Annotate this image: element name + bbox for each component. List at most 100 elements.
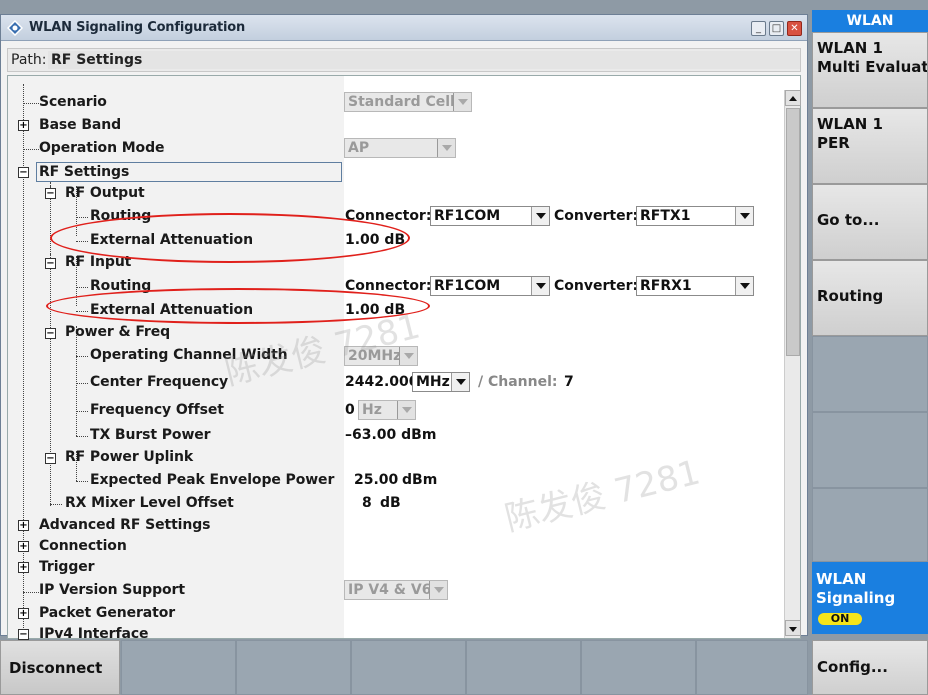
chevron-down-icon [735,277,753,295]
in-converter-select[interactable]: RFRX1 [636,276,754,296]
center-freq-value[interactable]: 2442.000 [345,374,419,390]
peak-env-power-value[interactable]: 25.00 [354,472,398,488]
disconnect-button[interactable]: Disconnect [0,640,120,695]
softkey-wlan-multi-eval[interactable]: WLAN 1 Multi Evaluati [812,32,928,108]
expand-base-band[interactable]: + [18,120,29,131]
tree-ip-version[interactable]: IP Version Support [39,582,185,598]
tree-peak-env-power[interactable]: Expected Peak Envelope Power [90,472,334,488]
chevron-down-icon [735,207,753,225]
tree-trigger[interactable]: Trigger [39,559,95,575]
bottom-softkey-empty[interactable] [696,640,808,695]
tree-freq-offset[interactable]: Frequency Offset [90,402,224,418]
softkey-routing[interactable]: Routing [812,260,928,336]
tree-line [23,103,39,104]
tree-line [76,217,88,218]
bottom-softkey-empty[interactable] [121,640,236,695]
expand-advanced-rf[interactable]: + [18,520,29,531]
collapse-rf-output[interactable]: − [45,188,56,199]
scroll-down-button[interactable] [785,620,801,636]
tree-advanced-rf[interactable]: Advanced RF Settings [39,517,210,533]
settings-pane: + − − − − − + + + + − Scenario Base Band… [7,75,801,642]
tree-rf-output[interactable]: RF Output [65,185,145,201]
collapse-rf-power-uplink[interactable]: − [45,453,56,464]
rs-logo-icon [7,20,23,36]
minimize-button[interactable]: _ [751,21,766,36]
tree-line [76,436,88,437]
tree-line [76,383,88,384]
tree-line [76,481,88,482]
tree-base-band[interactable]: Base Band [39,117,121,133]
sig-label: Signaling [816,589,896,607]
softkey-label: WLAN 1 [817,115,883,133]
tree-power-freq[interactable]: Power & Freq [65,324,170,340]
operation-mode-select[interactable]: AP [344,138,456,158]
ip-version-value: IP V4 & V6 [348,582,432,598]
tree-packet-generator[interactable]: Packet Generator [39,605,175,621]
bottom-softkey-empty[interactable] [581,640,696,695]
window-title: WLAN Signaling Configuration [29,20,246,35]
tree-line [50,504,62,505]
tree-scenario[interactable]: Scenario [39,94,107,110]
softkey-go-to[interactable]: Go to... [812,184,928,260]
expand-connection[interactable]: + [18,541,29,552]
chevron-down-icon [453,93,471,111]
title-bar: WLAN Signaling Configuration _ □ ✕ [1,15,807,41]
tree-operation-mode[interactable]: Operation Mode [39,140,164,156]
in-connector-select[interactable]: RF1COM [430,276,550,296]
tree-line [23,592,39,593]
tree-center-freq[interactable]: Center Frequency [90,374,228,390]
expand-trigger[interactable]: + [18,562,29,573]
collapse-power-freq[interactable]: − [45,328,56,339]
tree-rx-mixer-offset[interactable]: RX Mixer Level Offset [65,495,234,511]
center-freq-unit-select[interactable]: MHz [412,372,470,392]
tree-rf-power-uplink[interactable]: RF Power Uplink [65,449,193,465]
tree-line [76,411,88,412]
wlan-signaling-button[interactable]: WLAN Signaling ON [812,562,928,634]
config-window: WLAN Signaling Configuration _ □ ✕ Path:… [0,14,808,642]
out-connector-value: RF1COM [434,208,501,224]
expand-packet-generator[interactable]: + [18,608,29,619]
tree-line [76,287,88,288]
chevron-down-icon [531,277,549,295]
tree-line [23,149,39,150]
softkey-header: WLAN [812,10,928,32]
chevron-down-icon [531,207,549,225]
tree-connection[interactable]: Connection [39,538,127,554]
collapse-rf-settings[interactable]: − [18,167,29,178]
sig-label: WLAN [816,570,867,588]
out-connector-select[interactable]: RF1COM [430,206,550,226]
softkey-empty[interactable] [812,412,928,488]
out-converter-value: RFTX1 [640,208,691,224]
freq-offset-unit-select[interactable]: Hz [358,400,416,420]
bottom-softkey-empty[interactable] [351,640,466,695]
collapse-rf-input[interactable]: − [45,258,56,269]
maximize-button[interactable]: □ [769,21,784,36]
tx-burst-power-value[interactable]: –63.00 dBm [345,427,436,443]
config-button[interactable]: Config... [812,640,928,695]
scroll-thumb[interactable] [786,108,800,356]
rx-mixer-offset-unit: dB [380,495,401,511]
softkey-label: Multi Evaluati [817,58,928,76]
freq-offset-value[interactable]: 0 [345,402,355,418]
tree-line [76,326,77,436]
rx-mixer-offset-value[interactable]: 8 [362,495,372,511]
expand-ipv4-interface[interactable]: − [18,629,29,640]
tree-tx-burst-power[interactable]: TX Burst Power [90,427,211,443]
softkey-label: Go to... [817,211,880,229]
close-button[interactable]: ✕ [787,21,802,36]
bottom-softkey-empty[interactable] [236,640,351,695]
softkey-wlan-per[interactable]: WLAN 1 PER [812,108,928,184]
ip-version-select[interactable]: IP V4 & V6 [344,580,448,600]
on-badge: ON [818,613,862,625]
chevron-down-icon [429,581,447,599]
scroll-up-button[interactable] [785,90,801,106]
softkey-empty[interactable] [812,488,928,562]
scenario-select[interactable]: Standard Cell [344,92,472,112]
path-label: Path: [11,52,47,68]
tree-rf-settings[interactable]: RF Settings [39,164,129,180]
in-converter-value: RFRX1 [640,278,692,294]
bottom-softkey-empty[interactable] [466,640,581,695]
out-converter-select[interactable]: RFTX1 [636,206,754,226]
vertical-scrollbar[interactable] [784,90,801,638]
softkey-empty[interactable] [812,336,928,412]
